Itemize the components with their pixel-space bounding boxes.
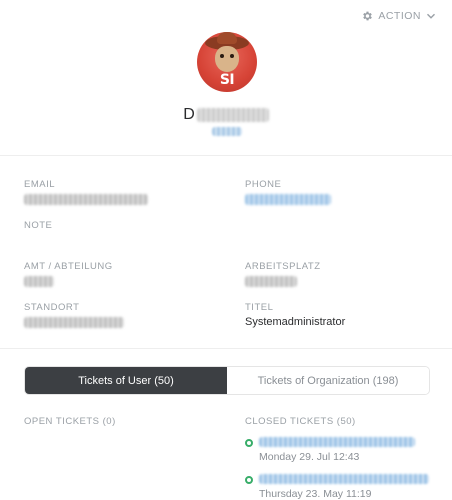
phone-label: PHONE — [245, 179, 282, 190]
titel-label: TITEL — [245, 302, 274, 313]
action-menu-button[interactable]: ACTION — [361, 10, 436, 22]
ticket-time: Thursday 23. May 11:19 — [259, 488, 372, 500]
action-label: ACTION — [378, 10, 421, 22]
arbeitsplatz-value-redacted — [245, 276, 297, 287]
avatar-dog-face — [215, 46, 239, 72]
standort-label: STANDORT — [24, 302, 80, 313]
ticket-tabs: Tickets of User (50) Tickets of Organiza… — [24, 366, 430, 395]
user-name-redacted — [196, 107, 269, 122]
ticket-title-redacted[interactable] — [259, 437, 415, 447]
user-login-redacted — [212, 127, 242, 136]
fields-divider — [0, 348, 452, 349]
tab-tickets-of-organization[interactable]: Tickets of Organization (198) — [227, 367, 429, 394]
chevron-down-icon — [427, 13, 435, 19]
avatar-eye-left — [220, 54, 224, 58]
arbeitsplatz-label: ARBEITSPLATZ — [245, 261, 321, 272]
open-tickets-heading: OPEN TICKETS (0) — [24, 416, 116, 427]
phone-value-redacted[interactable] — [245, 194, 331, 205]
avatar-initials: SI — [219, 72, 235, 88]
ticket-time: Monday 29. Jul 12:43 — [259, 451, 360, 463]
avatar-hat-crown — [217, 32, 237, 44]
user-name: D — [0, 106, 452, 124]
email-label: EMAIL — [24, 179, 56, 190]
closed-tickets-heading: CLOSED TICKETS (50) — [245, 416, 356, 427]
gear-icon — [363, 11, 373, 21]
status-circle-icon — [245, 439, 253, 447]
tab-tickets-of-user[interactable]: Tickets of User (50) — [25, 367, 227, 394]
standort-value-redacted — [24, 317, 124, 328]
email-value-redacted[interactable] — [24, 194, 148, 205]
user-name-prefix: D — [183, 106, 195, 123]
amt-abteilung-label: AMT / ABTEILUNG — [24, 261, 113, 272]
titel-value: Systemadministrator — [245, 316, 346, 328]
note-label: NOTE — [24, 220, 53, 231]
status-circle-icon — [245, 476, 253, 484]
avatar[interactable]: SI — [197, 32, 257, 92]
amt-abteilung-value-redacted — [24, 276, 54, 287]
header-divider — [0, 155, 452, 156]
avatar-eye-right — [230, 54, 234, 58]
ticket-title-redacted[interactable] — [259, 474, 429, 484]
